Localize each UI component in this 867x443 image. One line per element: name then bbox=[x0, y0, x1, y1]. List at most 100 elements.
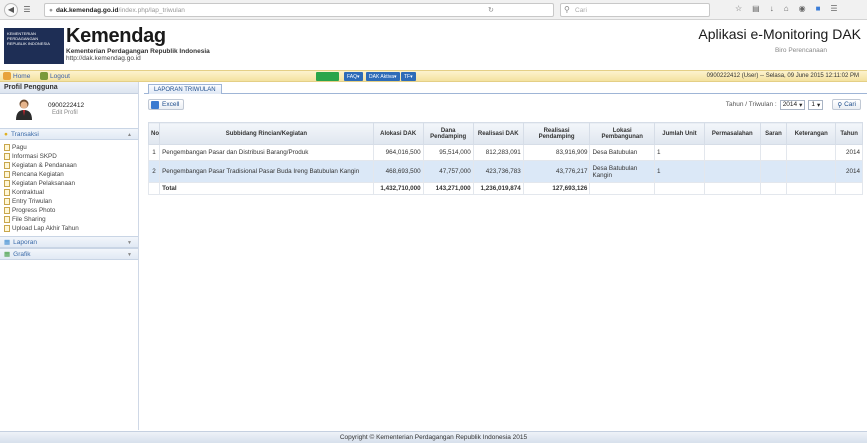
dak-aktiva-button[interactable]: DAK Aktiva ▾ bbox=[366, 72, 400, 81]
app-title: Aplikasi e-Monitoring DAK bbox=[698, 26, 861, 42]
footer-copyright: Copyright © Kementerian Perdagangan Repu… bbox=[0, 431, 867, 443]
reload-icon[interactable]: ↻ bbox=[488, 6, 494, 14]
expand-icon: ▼ bbox=[127, 240, 132, 246]
shield-icon[interactable]: ■ bbox=[816, 4, 821, 13]
address-bar[interactable]: ● dak.kemendag.go.id/index.php/lap_triwu… bbox=[44, 3, 554, 17]
avatar bbox=[16, 99, 32, 120]
collapse-icon: ▲ bbox=[127, 132, 132, 138]
sidebar-item-informasi-skpd[interactable]: Informasi SKPD bbox=[4, 152, 138, 161]
filter-label: Tahun / Triwulan : bbox=[725, 101, 777, 108]
col-header[interactable]: Jumlah Unit bbox=[653, 122, 705, 145]
col-header[interactable]: Realisasi DAK bbox=[472, 122, 524, 145]
brand: Kemendag Kementerian Perdagangan Republi… bbox=[66, 25, 210, 62]
home-icon bbox=[3, 72, 11, 80]
col-header[interactable]: Realisasi Pendamping bbox=[522, 122, 591, 145]
table-total-row: Total 1,432,710,000 143,271,000 1,236,01… bbox=[147, 182, 863, 195]
url-path: /index.php/lap_triwulan bbox=[118, 6, 185, 14]
faq-button[interactable]: FAQ ▾ bbox=[344, 72, 363, 81]
star-icon[interactable]: ☆ bbox=[735, 4, 742, 13]
chart-icon: ▦ bbox=[4, 251, 11, 258]
col-header[interactable]: No bbox=[147, 122, 161, 145]
col-header[interactable]: Tahun bbox=[835, 122, 863, 145]
status-badge bbox=[316, 72, 339, 81]
url-host: dak.kemendag.go.id bbox=[55, 6, 119, 14]
globe-icon: ● bbox=[49, 6, 53, 14]
nav-bar: Home Logout FAQ ▾ DAK Aktiva ▾ TF ▾ 0900222… bbox=[0, 70, 867, 82]
home-icon[interactable]: ⌂ bbox=[784, 4, 789, 13]
col-header[interactable]: Permasalahan bbox=[703, 122, 761, 145]
document-icon bbox=[4, 171, 10, 178]
col-header[interactable]: Dana Pendamping bbox=[422, 122, 474, 145]
document-icon bbox=[4, 207, 10, 214]
excel-export-button[interactable]: Excell bbox=[148, 99, 185, 110]
transaksi-menu: Pagu Informasi SKPD Kegiatan & Pendanaan… bbox=[0, 140, 138, 236]
ministry-logo: KEMENTERIAN PERDAGANGAN REPUBLIK INDONESIA bbox=[4, 28, 64, 64]
clipboard-icon[interactable]: ▤ bbox=[752, 4, 760, 13]
search-button[interactable]: ⚲ Cari bbox=[832, 99, 861, 110]
sidebar-section-grafik[interactable]: ▦ Grafik ▼ bbox=[0, 248, 138, 260]
home-link[interactable]: Home bbox=[3, 72, 30, 80]
download-icon[interactable]: ↓ bbox=[770, 4, 774, 13]
lightbulb-icon: ● bbox=[4, 130, 8, 138]
col-header[interactable]: Saran bbox=[759, 122, 788, 145]
sidebar-item-upload-lap-akhir-tahun[interactable]: Upload Lap Akhir Tahun bbox=[4, 224, 138, 233]
tab-strip: LAPORAN TRIWULAN bbox=[144, 82, 867, 94]
document-icon bbox=[4, 144, 10, 151]
report-table: No Subbidang Rincian/Kegiatan Alokasi DA… bbox=[147, 122, 863, 195]
sidebar-item-rencana-kegiatan[interactable]: Rencana Kegiatan bbox=[4, 170, 138, 179]
table-row[interactable]: 2 Pengembangan Pasar Tradisional Pasar B… bbox=[147, 160, 863, 183]
tf-button[interactable]: TF ▾ bbox=[401, 72, 416, 81]
brand-title: Kemendag bbox=[66, 25, 166, 47]
app-subtitle: Biro Perencanaan bbox=[774, 47, 827, 54]
menu-icon[interactable]: ☰ bbox=[22, 3, 32, 17]
sidebar-title: Profil Pengguna bbox=[0, 82, 138, 94]
col-header[interactable]: Subbidang Rincian/Kegiatan bbox=[159, 122, 374, 145]
sidebar-item-kegiatan-pelaksanaan[interactable]: Kegiatan Pelaksanaan bbox=[4, 179, 138, 188]
document-icon bbox=[4, 216, 10, 223]
sidebar: Profil Pengguna 0900222412 Edit Profil ●… bbox=[0, 82, 139, 430]
quarter-select[interactable]: 1 ▾ bbox=[808, 99, 824, 110]
browser-toolbar: ◀ ☰ ● dak.kemendag.go.id/index.php/lap_t… bbox=[0, 0, 867, 20]
brand-subtitle: Kementerian Perdagangan Republik Indones… bbox=[66, 48, 210, 55]
search-icon: ⚲ bbox=[837, 101, 843, 109]
hamburger-icon[interactable]: ☰ bbox=[830, 4, 837, 13]
report-toolbar: Excell Tahun / Triwulan : 2014 ▾ 1 ▾ ⚲ Car… bbox=[144, 94, 867, 114]
logout-icon bbox=[40, 72, 48, 80]
chevron-down-icon: ▾ bbox=[817, 101, 821, 109]
edit-profile-link[interactable]: Edit Profil bbox=[52, 110, 78, 116]
back-icon[interactable]: ◀ bbox=[4, 2, 18, 17]
brand-url: http://dak.kemendag.go.id bbox=[66, 55, 141, 62]
sidebar-item-kegiatan-pendanaan[interactable]: Kegiatan & Pendanaan bbox=[4, 161, 138, 170]
sidebar-item-file-sharing[interactable]: File Sharing bbox=[4, 215, 138, 224]
table-row[interactable]: 1 Pengembangan Pasar dan Distribusi Bara… bbox=[147, 144, 863, 161]
period-filter: Tahun / Triwulan : 2014 ▾ 1 ▾ ⚲ Cari bbox=[726, 99, 861, 110]
excel-icon bbox=[151, 100, 159, 109]
addon-icon[interactable]: ◉ bbox=[799, 4, 806, 13]
chevron-down-icon: ▾ bbox=[799, 101, 803, 109]
table-header-row: No Subbidang Rincian/Kegiatan Alokasi DA… bbox=[147, 122, 863, 145]
col-header[interactable]: Lokasi Pembangunan bbox=[589, 122, 655, 145]
sidebar-section-transaksi[interactable]: ● Transaksi ▲ bbox=[0, 128, 138, 140]
sidebar-item-progress-photo[interactable]: Progress Photo bbox=[4, 206, 138, 215]
profile-panel: 0900222412 Edit Profil bbox=[0, 94, 138, 128]
sidebar-item-kontraktual[interactable]: Kontraktual bbox=[4, 188, 138, 197]
document-icon bbox=[4, 225, 10, 232]
sidebar-section-laporan[interactable]: ▦ Laporan ▼ bbox=[0, 236, 138, 248]
document-icon bbox=[4, 180, 10, 187]
document-icon bbox=[4, 153, 10, 160]
browser-search-input[interactable]: ⚲ Cari bbox=[560, 3, 710, 17]
sidebar-item-pagu[interactable]: Pagu bbox=[4, 143, 138, 152]
user-status: 0900222412 (User) -- Selasa, 09 June 201… bbox=[706, 73, 859, 79]
year-select[interactable]: 2014 ▾ bbox=[779, 99, 806, 110]
profile-name: 0900222412 bbox=[48, 102, 85, 109]
site-header: KEMENTERIAN PERDAGANGAN REPUBLIK INDONESIA… bbox=[0, 20, 867, 70]
col-header[interactable]: Alokasi DAK bbox=[372, 122, 424, 145]
logout-link[interactable]: Logout bbox=[40, 72, 70, 80]
report-icon: ▦ bbox=[4, 239, 11, 246]
document-icon bbox=[4, 198, 10, 205]
expand-icon: ▼ bbox=[127, 252, 132, 258]
tab-laporan-triwulan[interactable]: LAPORAN TRIWULAN bbox=[148, 84, 222, 94]
sidebar-item-entry-triwulan[interactable]: Entry Triwulan bbox=[4, 197, 138, 206]
col-header[interactable]: Keterangan bbox=[786, 122, 837, 145]
document-icon bbox=[4, 189, 10, 196]
